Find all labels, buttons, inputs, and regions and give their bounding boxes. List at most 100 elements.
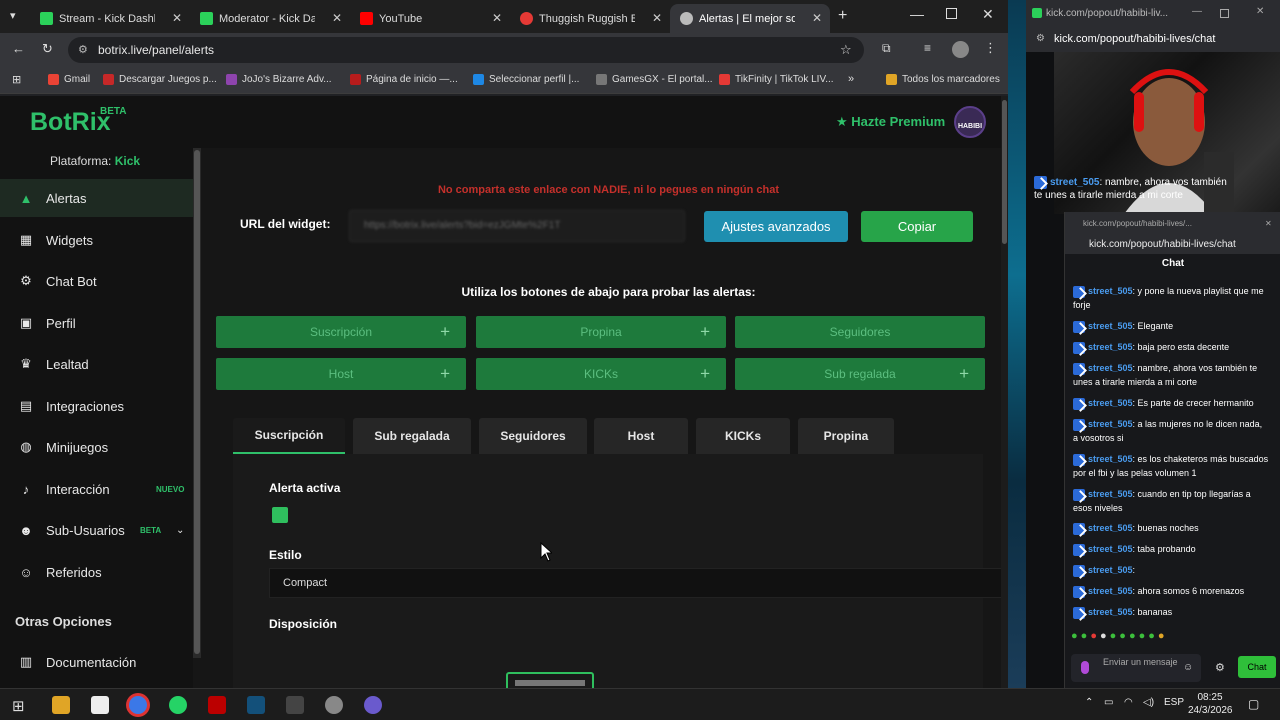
sidebar-item-minijuegos[interactable]: ◍ Minijuegos — [0, 428, 193, 466]
maximize-icon[interactable] — [1220, 9, 1229, 18]
game-icon[interactable] — [286, 696, 304, 714]
bookmark-jojo[interactable]: JoJo's Bizarre Adv... — [226, 74, 332, 85]
disney-icon[interactable] — [247, 696, 265, 714]
tab-list-icon[interactable]: ▾ — [10, 9, 16, 22]
emote-icon[interactable]: ● — [1090, 630, 1100, 642]
media-icon[interactable]: ≡ — [924, 41, 931, 55]
language-indicator[interactable]: ESP — [1164, 697, 1184, 708]
chevron-down-icon[interactable]: ⌄ — [176, 525, 184, 536]
emote-icon[interactable]: ● — [1139, 630, 1149, 642]
bookmark-inicio[interactable]: Página de inicio —... — [350, 74, 458, 85]
minimize-icon[interactable]: — — [1192, 6, 1202, 17]
tab-stream[interactable]: Stream - Kick Dashb ✕ — [30, 4, 190, 33]
emote-icon[interactable]: ● — [1081, 630, 1091, 642]
app-icon[interactable] — [364, 696, 382, 714]
sidebar-item-perfil[interactable]: ▣ Perfil — [0, 304, 193, 342]
copy-button[interactable]: Copiar — [861, 211, 973, 242]
sidebar-item-integraciones[interactable]: ▤ Integraciones — [0, 387, 193, 425]
widget-url-field[interactable]: https://botrix.live/alerts?bid=ezJGMte%2… — [349, 210, 685, 242]
emote-icon[interactable]: ● — [1148, 630, 1158, 642]
netflix-icon[interactable] — [208, 696, 226, 714]
menu-icon[interactable]: ⋮ — [984, 40, 997, 56]
emote-icon[interactable]: ● — [1100, 630, 1110, 642]
tab-propina[interactable]: Propina — [798, 418, 894, 454]
microphone-icon[interactable] — [1081, 661, 1089, 674]
settings-icon[interactable]: ⚙ — [1215, 661, 1225, 674]
tab-youtube[interactable]: YouTube ✕ — [350, 4, 510, 33]
tab-host[interactable]: Host — [594, 418, 688, 454]
chat-input[interactable]: Enviar un mensaje ☺ — [1071, 654, 1201, 682]
style-select[interactable]: Compact — [269, 568, 1008, 598]
scrollbar-thumb[interactable] — [194, 150, 200, 654]
bookmark-juegos[interactable]: Descargar Juegos p... — [103, 74, 217, 85]
profile-avatar[interactable] — [952, 41, 969, 58]
test-kicks-button[interactable]: KICKs + — [476, 358, 726, 390]
whatsapp-icon[interactable] — [169, 696, 187, 714]
tab-alertas[interactable]: Alertas | El mejor softw ✕ — [670, 4, 830, 33]
page-scrollbar[interactable] — [1001, 96, 1008, 688]
store-icon[interactable] — [91, 696, 109, 714]
test-propina-button[interactable]: Propina + — [476, 316, 726, 348]
send-chat-button[interactable]: Chat — [1238, 656, 1276, 678]
back-icon[interactable]: ← — [12, 41, 25, 56]
reload-icon[interactable]: ↻ — [42, 41, 53, 57]
sidebar-item-interaccion[interactable]: ♪ Interacción NUEVO — [0, 470, 193, 508]
new-tab-icon[interactable]: + — [838, 7, 847, 25]
test-host-button[interactable]: Host + — [216, 358, 466, 390]
sidebar-item-sub-usuarios[interactable]: ☻ Sub-Usuarios BETA ⌄ — [0, 511, 193, 549]
close-icon[interactable]: ✕ — [1265, 212, 1272, 236]
emote-icon[interactable]: ● — [1158, 630, 1168, 642]
emote-icon[interactable]: ● — [1110, 630, 1120, 642]
clock[interactable]: 08:25 24/3/2026 — [1188, 691, 1233, 717]
bookmark-gmail[interactable]: Gmail — [48, 74, 90, 85]
layout-option[interactable] — [506, 672, 594, 688]
premium-button[interactable]: ★ Hazte Premium — [836, 114, 945, 130]
obs-icon[interactable] — [325, 696, 343, 714]
close-icon[interactable]: ✕ — [172, 11, 182, 25]
sidebar-item-widgets[interactable]: ▦ Widgets — [0, 221, 193, 259]
tray-app-icon[interactable]: ▭ — [1104, 697, 1113, 708]
close-icon[interactable]: ✕ — [812, 11, 822, 25]
close-icon[interactable]: ✕ — [332, 11, 342, 25]
test-seguidores-button[interactable]: Seguidores — [735, 316, 985, 348]
close-icon[interactable]: ✕ — [652, 11, 662, 25]
test-suscripcion-button[interactable]: Suscripción + — [216, 316, 466, 348]
tray-expand-icon[interactable]: ⌃ — [1085, 697, 1093, 708]
site-info-icon[interactable]: ⚙ — [1036, 28, 1045, 50]
test-sub-regalada-button[interactable]: Sub regalada + — [735, 358, 985, 390]
tab-sub-regalada[interactable]: Sub regalada — [353, 418, 471, 454]
site-info-icon[interactable]: ⚙ — [78, 37, 88, 63]
all-bookmarks[interactable]: Todos los marcadores — [886, 74, 1000, 85]
sidebar-item-chat-bot[interactable]: ⚙ Chat Bot — [0, 262, 193, 300]
sidebar-item-documentacion[interactable]: ▥ Documentación — [0, 643, 193, 681]
chrome-icon[interactable] — [129, 696, 147, 714]
wifi-icon[interactable]: ◠ — [1124, 697, 1133, 708]
close-icon[interactable]: ✕ — [1256, 6, 1264, 17]
emote-bar[interactable]: ●●●●●●●●●● — [1071, 630, 1276, 646]
bookmark-gamesgx[interactable]: GamesGX - El portal... — [596, 74, 713, 85]
sidebar-scrollbar[interactable] — [193, 148, 201, 658]
volume-icon[interactable]: ◁) — [1143, 697, 1154, 708]
tab-music[interactable]: Thuggish Ruggish B ✕ — [510, 4, 670, 33]
minimize-icon[interactable]: — — [910, 6, 924, 22]
bookmark-perfil[interactable]: Seleccionar perfil |... — [473, 74, 579, 85]
address-bar[interactable]: ⚙ botrix.live/panel/alerts ☆ — [68, 37, 864, 63]
emote-icon[interactable]: ● — [1071, 630, 1081, 642]
alert-active-checkbox[interactable] — [272, 507, 288, 523]
emote-icon[interactable]: ● — [1119, 630, 1129, 642]
inner-url-bar[interactable]: kick.com/popout/habibi-lives/chat — [1065, 236, 1280, 254]
popout-url-bar[interactable]: ⚙ kick.com/popout/habibi-lives/chat — [1026, 28, 1280, 52]
scrollbar-thumb[interactable] — [1002, 100, 1007, 244]
maximize-icon[interactable] — [946, 8, 957, 19]
more-bookmarks-icon[interactable]: » — [848, 73, 854, 85]
tab-suscripcion[interactable]: Suscripción — [233, 418, 345, 454]
sidebar-item-lealtad[interactable]: ♛ Lealtad — [0, 345, 193, 383]
file-explorer-icon[interactable] — [52, 696, 70, 714]
advanced-settings-button[interactable]: Ajustes avanzados — [704, 211, 848, 242]
apps-icon[interactable]: ⊞ — [12, 73, 21, 86]
close-icon[interactable]: ✕ — [492, 11, 502, 25]
tab-kicks[interactable]: KICKs — [696, 418, 790, 454]
windows-start-icon[interactable]: ⊞ — [12, 697, 25, 715]
bookmark-tikfinity[interactable]: TikFinity | TikTok LIV... — [719, 74, 834, 85]
notifications-icon[interactable]: ▢ — [1248, 697, 1259, 711]
